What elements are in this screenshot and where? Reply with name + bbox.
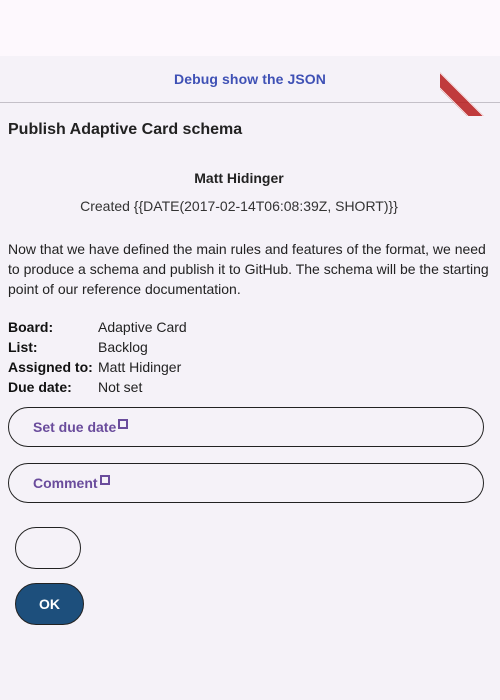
debug-ribbon-icon xyxy=(440,56,500,116)
fact-title: List: xyxy=(8,339,38,355)
debug-bar: Debug show the JSON xyxy=(0,56,500,103)
square-outline-icon xyxy=(118,419,129,429)
debug-ribbon-red xyxy=(440,72,500,116)
card-created-date: Created {{DATE(2017-02-14T06:08:39Z, SHO… xyxy=(80,198,398,214)
card-description: Now that we have defined the main rules … xyxy=(8,241,489,297)
fact-value: Not set xyxy=(98,379,143,395)
debug-show-json-link[interactable]: Debug show the JSON xyxy=(174,71,326,87)
empty-action-button[interactable] xyxy=(15,527,81,569)
card-title: Publish Adaptive Card schema xyxy=(8,121,243,138)
fact-title: Assigned to: xyxy=(8,359,93,375)
fact-row: Assigned to: Matt Hidinger xyxy=(8,357,187,377)
fact-value: Backlog xyxy=(98,339,148,355)
set-due-date-button[interactable]: Set due date xyxy=(8,407,484,447)
fact-value: Matt Hidinger xyxy=(98,359,182,375)
comment-label: Comment xyxy=(33,475,98,491)
fact-title: Board: xyxy=(8,319,54,335)
card-author: Matt Hidinger xyxy=(194,170,284,186)
fact-row: List: Backlog xyxy=(8,337,187,357)
fact-title: Due date: xyxy=(8,379,72,395)
set-due-date-label: Set due date xyxy=(33,419,117,435)
fact-set: Board: Adaptive Card List: Backlog Assig… xyxy=(8,317,187,397)
status-bar xyxy=(0,0,500,56)
fact-row: Due date: Not set xyxy=(8,377,187,397)
comment-button[interactable]: Comment xyxy=(8,463,484,503)
fact-row: Board: Adaptive Card xyxy=(8,317,187,337)
square-outline-icon xyxy=(99,475,110,485)
fact-value: Adaptive Card xyxy=(98,319,187,335)
ok-button[interactable]: OK xyxy=(15,583,84,625)
